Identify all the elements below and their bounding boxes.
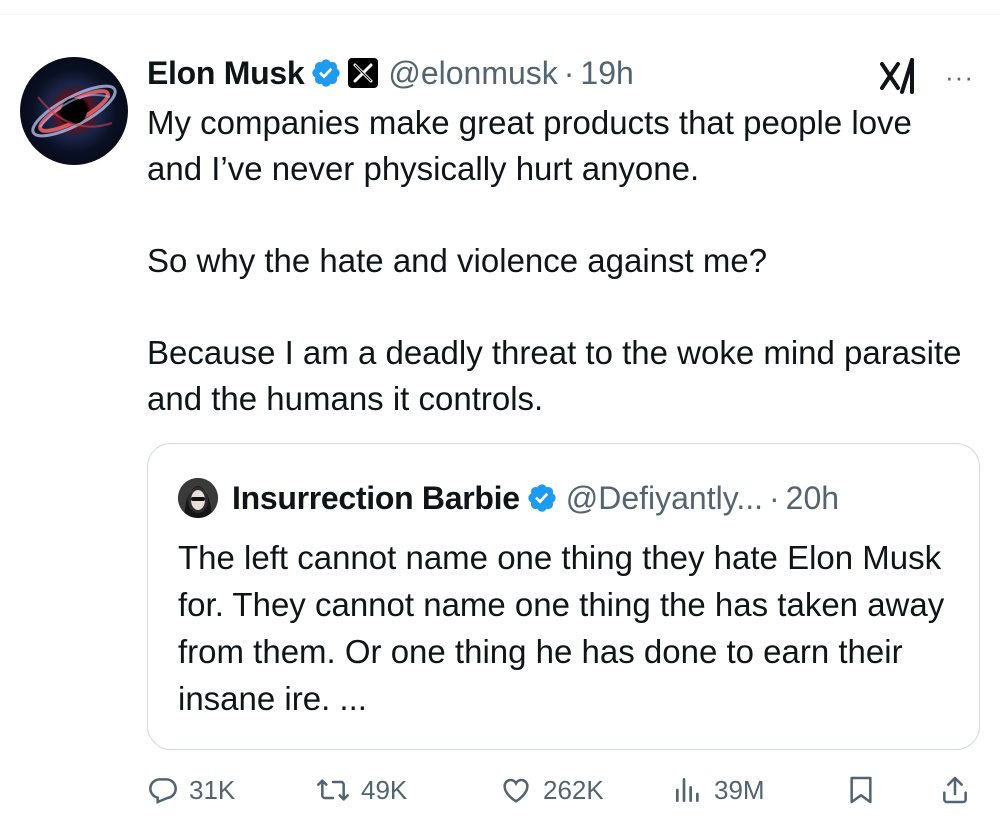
quoted-author-name[interactable]: Insurrection Barbie bbox=[232, 480, 520, 517]
share-button[interactable] bbox=[939, 768, 971, 812]
like-button[interactable]: 262K bbox=[499, 768, 604, 812]
grok-icon[interactable] bbox=[878, 56, 920, 96]
x-affiliate-badge-icon bbox=[348, 58, 379, 88]
quoted-timestamp[interactable]: 20h bbox=[786, 480, 839, 517]
tweet-paragraph: My companies make great products that pe… bbox=[147, 104, 912, 187]
views-icon bbox=[676, 778, 699, 802]
repost-icon bbox=[317, 779, 349, 801]
views-count: 39M bbox=[714, 774, 765, 805]
like-icon bbox=[503, 778, 529, 803]
reply-button[interactable]: 31K bbox=[147, 768, 235, 812]
repost-count: 49K bbox=[361, 774, 408, 805]
tweet-paragraph: Because I am a deadly threat to the woke… bbox=[147, 334, 962, 417]
separator-dot: · bbox=[769, 479, 780, 516]
tweet[interactable]: Elon Musk @elonmusk · 19h ··· My compani… bbox=[0, 0, 1000, 830]
verified-badge-icon bbox=[528, 484, 556, 512]
bookmark-button[interactable] bbox=[845, 768, 877, 812]
reply-count: 31K bbox=[189, 774, 236, 805]
avatar[interactable] bbox=[20, 57, 128, 165]
share-icon bbox=[943, 776, 967, 804]
tweet-paragraph: So why the hate and violence against me? bbox=[147, 242, 768, 279]
author-name[interactable]: Elon Musk bbox=[147, 55, 305, 92]
quoted-avatar bbox=[178, 478, 218, 518]
tweet-text: My companies make great products that pe… bbox=[147, 100, 967, 422]
reply-icon bbox=[149, 778, 177, 804]
like-count: 262K bbox=[543, 774, 604, 805]
quoted-author-handle[interactable]: @Defiyantly... bbox=[566, 480, 763, 517]
tweet-header: Elon Musk @elonmusk · 19h bbox=[147, 52, 634, 94]
separator-dot: · bbox=[563, 54, 575, 91]
verified-badge-icon bbox=[312, 59, 340, 87]
action-bar: 31K 49K 262K 39M bbox=[147, 768, 977, 812]
quoted-tweet[interactable]: Insurrection Barbie @Defiyantly... · 20h… bbox=[147, 443, 980, 750]
quoted-tweet-text: The left cannot name one thing they hate… bbox=[178, 539, 945, 717]
views-button[interactable]: 39M bbox=[672, 768, 765, 812]
more-icon[interactable]: ··· bbox=[945, 62, 974, 93]
bookmark-icon bbox=[850, 776, 872, 804]
repost-button[interactable]: 49K bbox=[315, 768, 407, 812]
quoted-tweet-header: Insurrection Barbie @Defiyantly... · 20h bbox=[178, 478, 839, 518]
author-handle[interactable]: @elonmusk bbox=[388, 55, 557, 92]
tweet-timestamp[interactable]: 19h bbox=[580, 55, 633, 92]
